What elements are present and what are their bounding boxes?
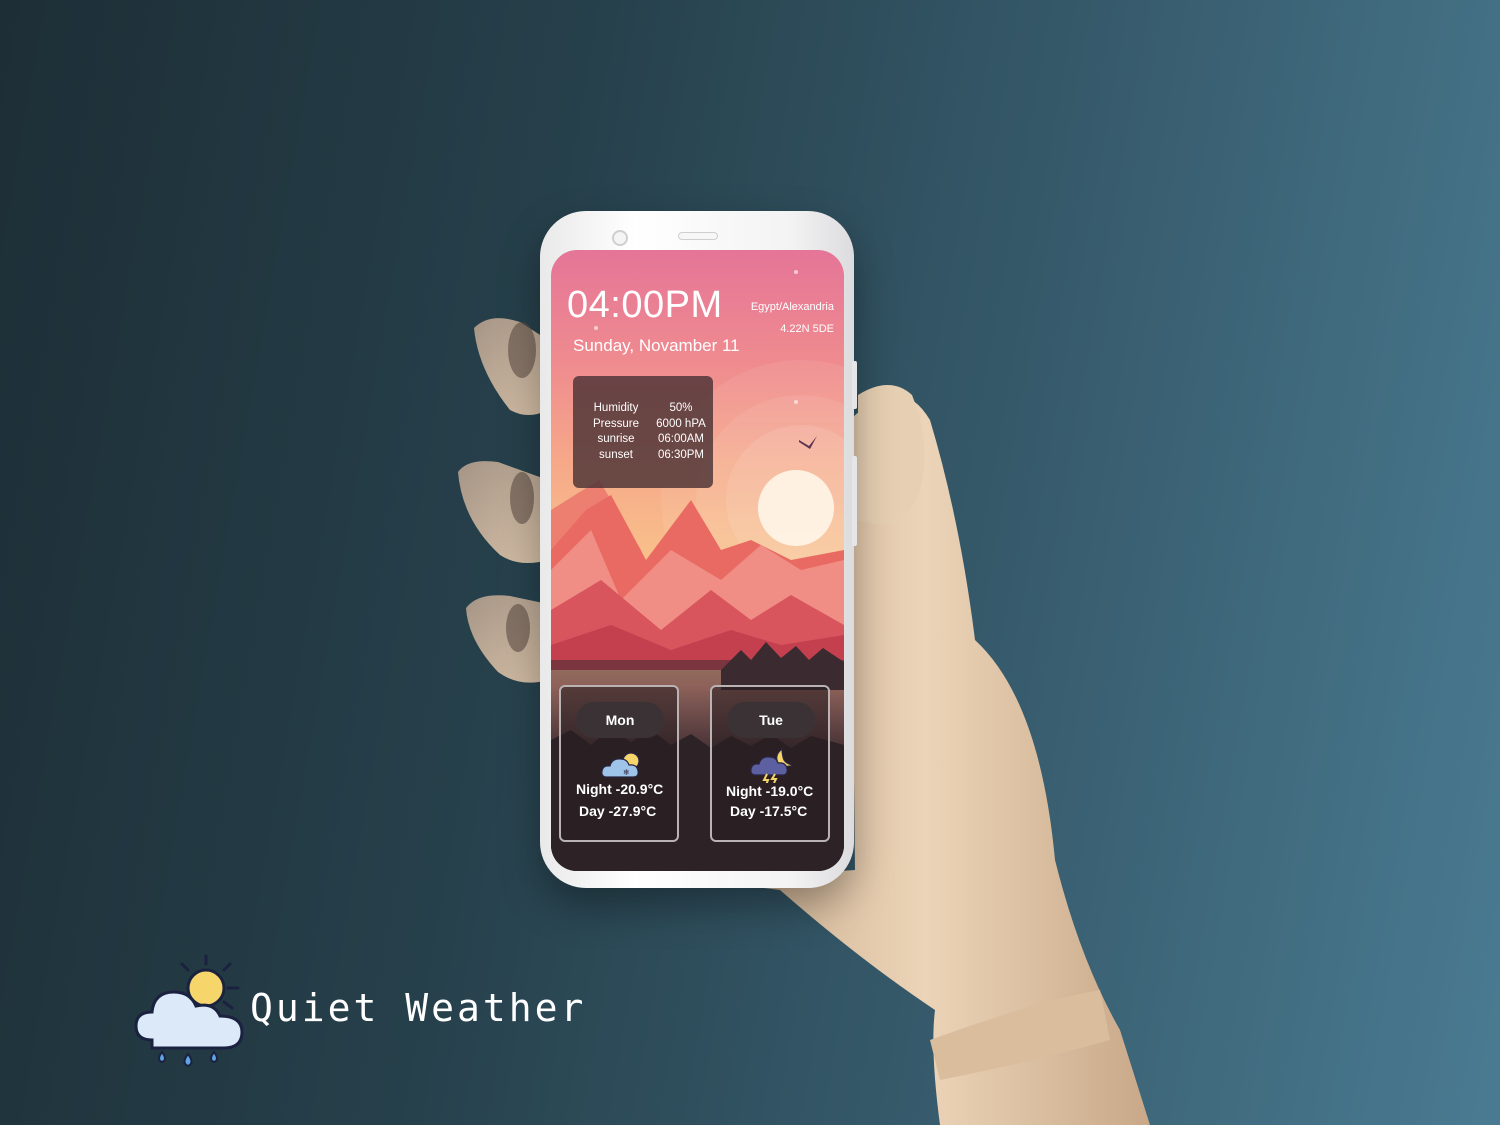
detail-label: Humidity bbox=[593, 402, 639, 414]
forecast-day-temp: Day -17.5°C bbox=[730, 803, 808, 819]
earpiece-speaker bbox=[678, 232, 718, 240]
detail-value: 06:00AM bbox=[657, 433, 705, 445]
phone-side-button bbox=[852, 361, 857, 409]
forecast-card-mon[interactable]: Mon ❄ Night -20.9°C Day -27.9°C bbox=[559, 685, 679, 842]
app-screen: 04:00PM Sunday, Novamber 11 Egypt/Alexan… bbox=[551, 250, 844, 871]
detail-value: 06:30PM bbox=[657, 448, 705, 461]
cloud-thunder-moon-icon bbox=[750, 747, 794, 783]
app-brand-name: Quiet Weather bbox=[250, 986, 587, 1030]
detail-value: 6000 hPA bbox=[656, 417, 706, 430]
current-date: Sunday, Novamber 11 bbox=[573, 336, 740, 355]
svg-text:❄: ❄ bbox=[623, 768, 630, 777]
detail-label: Pressure bbox=[592, 417, 640, 430]
phone-side-button bbox=[852, 456, 857, 546]
weather-details-panel: Humidity 50% Pressure 6000 hPA sunrise 0… bbox=[573, 376, 713, 488]
forecast-day-label[interactable]: Tue bbox=[727, 702, 815, 738]
details-row: sunset 06:30PM bbox=[581, 448, 711, 464]
forecast-day-temp: Day -27.9°C bbox=[579, 803, 657, 819]
forecast-night-temp: Night -20.9°C bbox=[576, 781, 664, 797]
location-name: Egypt/Alexandria bbox=[750, 301, 834, 313]
details-row: Humidity 50% bbox=[581, 401, 711, 417]
current-time: 04:00PM bbox=[567, 284, 723, 326]
details-row: Pressure 6000 hPA bbox=[581, 417, 711, 433]
details-table: Humidity 50% Pressure 6000 hPA sunrise 0… bbox=[581, 401, 711, 463]
cloud-snow-sun-icon: ❄ bbox=[601, 752, 640, 778]
front-camera bbox=[612, 230, 628, 246]
phone-device: 04:00PM Sunday, Novamber 11 Egypt/Alexan… bbox=[540, 211, 857, 888]
forecast-night-temp: Night -19.0°C bbox=[726, 783, 814, 799]
app-logo-icon bbox=[134, 954, 244, 1067]
forecast-card-tue[interactable]: Tue Night -19.0°C Day -17.5°C bbox=[710, 685, 830, 842]
location-coordinates: 4.22N 5DE bbox=[780, 323, 834, 335]
location-block: Egypt/Alexandria 4.22N 5DE bbox=[751, 296, 834, 340]
forecast-day-label[interactable]: Mon bbox=[576, 702, 664, 738]
details-row: sunrise 06:00AM bbox=[581, 432, 711, 448]
detail-label: sunset bbox=[599, 448, 633, 461]
detail-value: 50% bbox=[669, 402, 693, 414]
detail-label: sunrise bbox=[597, 433, 635, 445]
